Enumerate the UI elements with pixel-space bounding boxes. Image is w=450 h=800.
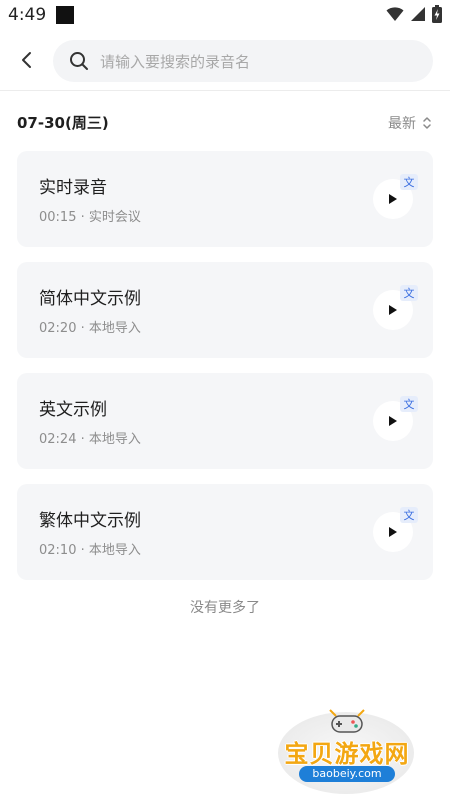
recording-list: 实时录音 00:15 · 实时会议 文 简体中文示例 02:20 · 本地导入 … xyxy=(17,151,433,595)
status-bar: 4:49 xyxy=(0,0,450,30)
transcript-badge: 文 xyxy=(400,507,418,523)
play-icon xyxy=(389,305,397,315)
recording-item[interactable]: 繁体中文示例 02:10 · 本地导入 文 xyxy=(17,484,433,580)
play-icon xyxy=(389,194,397,204)
recording-meta: 02:24 · 本地导入 xyxy=(39,432,141,447)
back-button[interactable] xyxy=(12,46,40,74)
search-box[interactable] xyxy=(53,40,433,84)
recording-item[interactable]: 实时录音 00:15 · 实时会议 文 xyxy=(17,151,433,247)
transcript-badge: 文 xyxy=(400,396,418,412)
notification-square-icon xyxy=(56,6,74,24)
wifi-icon xyxy=(386,7,404,21)
battery-charging-icon xyxy=(432,5,442,23)
recording-title: 实时录音 xyxy=(39,178,107,198)
signal-icon xyxy=(411,7,425,21)
watermark-url: baobeiy.com xyxy=(299,766,395,782)
recording-meta: 02:10 · 本地导入 xyxy=(39,543,141,558)
play-icon xyxy=(389,416,397,426)
watermark-text: 宝贝游戏网 xyxy=(284,740,410,768)
no-more-label: 没有更多了 xyxy=(190,600,260,616)
transcript-badge: 文 xyxy=(400,174,418,190)
header-divider xyxy=(0,90,450,91)
recording-meta: 02:20 · 本地导入 xyxy=(39,321,141,336)
sort-toggle-icon xyxy=(423,117,431,129)
play-icon xyxy=(389,527,397,537)
recording-item[interactable]: 英文示例 02:24 · 本地导入 文 xyxy=(17,373,433,469)
status-icons xyxy=(386,5,442,23)
recording-item[interactable]: 简体中文示例 02:20 · 本地导入 文 xyxy=(17,262,433,358)
status-time: 4:49 xyxy=(8,5,47,25)
sort-label: 最新 xyxy=(388,116,416,132)
recording-title: 繁体中文示例 xyxy=(39,511,141,531)
sort-button[interactable]: 最新 xyxy=(388,113,432,133)
search-header xyxy=(0,38,450,84)
chevron-left-icon xyxy=(22,52,31,68)
date-label: 07-30(周三) xyxy=(17,114,109,132)
recording-title: 简体中文示例 xyxy=(39,289,141,309)
watermark-logo: 宝贝游戏网 baobeiy.com xyxy=(272,706,422,796)
search-input[interactable] xyxy=(98,40,422,84)
recording-meta: 00:15 · 实时会议 xyxy=(39,210,141,225)
transcript-badge: 文 xyxy=(400,285,418,301)
search-icon xyxy=(70,52,88,70)
date-group-header: 07-30(周三) 最新 xyxy=(0,110,450,136)
gamepad-icon xyxy=(329,709,365,733)
recording-title: 英文示例 xyxy=(39,400,107,420)
